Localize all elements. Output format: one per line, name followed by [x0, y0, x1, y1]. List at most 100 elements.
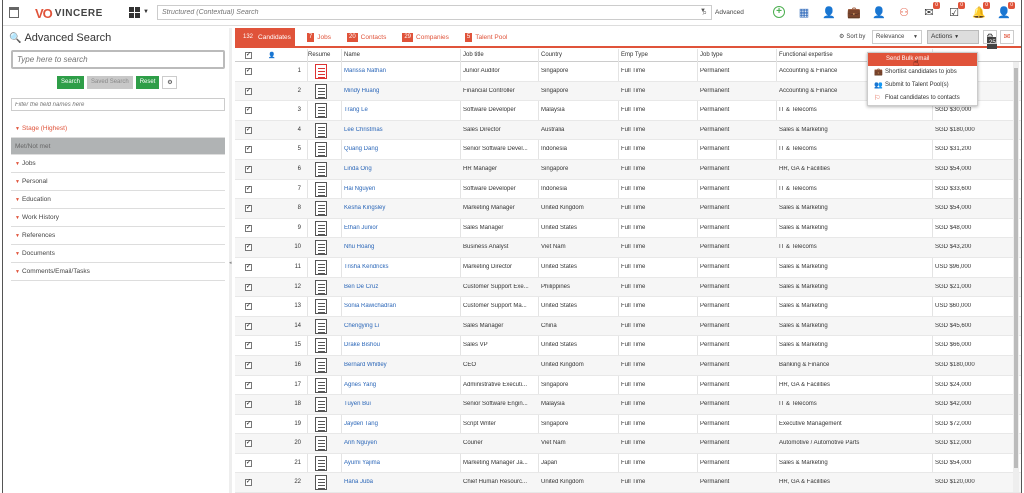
candidate-name-link[interactable]: Sonia Rawichadran [344, 303, 458, 309]
global-search-input[interactable] [158, 6, 678, 19]
table-row[interactable]: ✓ 14 Chengying Li Sales Manager China Full Ti… [235, 316, 1021, 337]
resume-icon[interactable] [315, 475, 327, 491]
candidate-name-link[interactable]: Ayumi Yajima [344, 460, 458, 466]
row-checkbox[interactable]: ✓ [245, 420, 252, 428]
row-checkbox[interactable]: ✓ [245, 342, 252, 350]
mail-icon[interactable]: ✉ [1000, 30, 1014, 44]
vincere-logo[interactable]: VO VINCERE [35, 6, 103, 21]
row-checkbox[interactable]: ✓ [245, 205, 252, 213]
filter-section[interactable]: Met/Not met [11, 138, 225, 155]
collapse-arrow-icon[interactable]: ◂ [229, 260, 232, 266]
gear-icon[interactable]: ⚙ [162, 76, 178, 89]
person-icon[interactable]: 👤 [821, 4, 837, 20]
shortlist-candidates-item[interactable]: 💼 Shortlist candidates to jobs [868, 66, 977, 79]
table-row[interactable]: ✓ 19 Jayden Tang Script Writer Singapore Full… [235, 415, 1021, 435]
table-row[interactable]: ✓ 20 Anh Nguyen Courier Viet Nam Full Time Per… [235, 434, 1021, 454]
candidate-name-link[interactable]: Linda Ong [344, 166, 458, 172]
resume-icon[interactable] [315, 64, 327, 79]
col-job-title[interactable]: Job title [463, 52, 484, 58]
resume-icon[interactable] [315, 220, 327, 236]
row-checkbox[interactable]: ✓ [245, 401, 252, 409]
scrollbar-thumb[interactable] [1014, 68, 1018, 468]
submit-talent-pool-item[interactable]: 👥 Submit to Talent Pool(s) [868, 79, 977, 92]
resume-icon[interactable] [315, 103, 327, 119]
filter-section[interactable]: ▼ Jobs [11, 155, 225, 173]
row-checkbox[interactable]: ✓ [245, 283, 252, 291]
resume-icon[interactable] [315, 259, 327, 275]
mail-icon[interactable]: ✉ 0 [921, 2, 940, 20]
filter-section[interactable]: ▼ Education [11, 191, 225, 209]
row-checkbox[interactable]: ✓ [245, 107, 252, 115]
table-row[interactable]: ✓ 4 Lee Christmas Sales Director Australia Fu… [235, 120, 1021, 141]
col-emp-type[interactable]: Emp Type [621, 52, 648, 58]
candidate-name-link[interactable]: Hana Juba [344, 479, 458, 485]
row-checkbox[interactable]: ✓ [245, 146, 252, 154]
row-checkbox[interactable]: ✓ [245, 87, 252, 95]
actions-button[interactable]: Actions 25 ▼ [927, 30, 997, 49]
candidate-name-link[interactable]: Ethan Junior [344, 225, 458, 231]
resume-icon[interactable] [315, 279, 327, 295]
resume-icon[interactable] [315, 201, 327, 217]
candidate-name-link[interactable]: Hai Nguyen [344, 186, 458, 192]
resume-icon[interactable] [315, 122, 327, 138]
filter-section[interactable]: ▼ Personal [11, 173, 225, 191]
resume-icon[interactable] [315, 397, 327, 413]
row-checkbox[interactable]: ✓ [245, 185, 252, 193]
table-row[interactable]: ✓ 9 Ethan Junior Sales Manager United States… [235, 219, 1021, 239]
tab-candidates[interactable]: 132 Candidates [235, 28, 295, 46]
briefcase-icon[interactable]: 💼 [846, 4, 862, 20]
resume-icon[interactable] [315, 436, 327, 452]
candidate-name-link[interactable]: Kesha Kingsley [344, 205, 458, 211]
resume-icon[interactable] [315, 161, 327, 177]
field-filter-input[interactable] [12, 99, 217, 110]
row-checkbox[interactable]: ✓ [245, 322, 252, 330]
row-checkbox[interactable]: ✓ [245, 224, 252, 232]
resume-icon[interactable] [315, 377, 327, 393]
column-settings-icon[interactable]: ⚙ [983, 30, 997, 44]
row-checkbox[interactable]: ✓ [245, 479, 252, 487]
chevron-down-icon[interactable]: ▼ [700, 8, 706, 14]
filter-section[interactable]: ▼ Documents [11, 245, 225, 263]
row-checkbox[interactable]: ✓ [245, 126, 252, 134]
document-icon[interactable] [9, 7, 19, 18]
resume-icon[interactable] [315, 240, 327, 256]
table-row[interactable]: ✓ 5 Quang Dang Senior Software Devel... Indo… [235, 140, 1021, 160]
candidate-name-link[interactable]: Quang Dang [344, 146, 458, 152]
apps-grid-icon[interactable] [129, 7, 140, 18]
candidate-name-link[interactable]: Chengying Li [344, 323, 458, 329]
col-resume[interactable]: Resume [308, 52, 330, 58]
table-row[interactable]: ✓ 13 Sonia Rawichadran Customer Support Ma.… [235, 297, 1021, 317]
user-icon[interactable]: 👤 0 [996, 2, 1015, 20]
candidate-name-link[interactable]: Lee Christmas [344, 127, 458, 133]
resume-icon[interactable] [315, 83, 327, 99]
candidate-name-link[interactable]: Marissa Nathan [344, 68, 458, 74]
advanced-search-link[interactable]: Advanced [715, 9, 744, 16]
table-row[interactable]: ✓ 8 Kesha Kingsley Marketing Manager United … [235, 199, 1021, 219]
search-button[interactable]: Search [57, 76, 85, 89]
resume-icon[interactable] [315, 338, 327, 354]
col-name[interactable]: Name [344, 52, 360, 58]
col-job-type[interactable]: Job type [700, 52, 723, 58]
send-bulk-email-item[interactable]: Send Bulk email [868, 53, 977, 66]
candidate-name-link[interactable]: Agnes Yang [344, 382, 458, 388]
filter-section[interactable]: ▼ Stage (Highest) [11, 120, 225, 138]
tab-contacts[interactable]: 20 Contacts [343, 28, 390, 46]
table-row[interactable]: ✓ 6 Linda Ong HR Manager Singapore Full Time P… [235, 159, 1021, 180]
row-checkbox[interactable]: ✓ [245, 303, 252, 311]
row-checkbox[interactable]: ✓ [245, 244, 252, 252]
filter-section[interactable]: ▼ References [11, 227, 225, 245]
row-checkbox[interactable]: ✓ [245, 381, 252, 389]
contact-icon[interactable]: 👤 [871, 4, 887, 20]
row-checkbox[interactable]: ✓ [245, 361, 252, 369]
bell-icon[interactable]: 🔔 0 [971, 2, 990, 20]
table-row[interactable]: ✓ 11 Trisha Kendricks Marketing Director Uni… [235, 258, 1021, 278]
tab-jobs[interactable]: 7 Jobs [303, 28, 335, 46]
map-icon[interactable]: ▦ [796, 4, 812, 20]
row-checkbox[interactable]: ✓ [245, 165, 252, 173]
org-chart-icon[interactable]: ⚇ [896, 4, 912, 20]
row-checkbox[interactable]: ✓ [245, 263, 252, 271]
col-functional-expertise[interactable]: Functional expertise [779, 52, 833, 58]
row-checkbox[interactable]: ✓ [245, 440, 252, 448]
select-all-checkbox[interactable]: ✓ [245, 52, 252, 59]
sort-select[interactable]: Relevance ▼ [872, 30, 922, 44]
